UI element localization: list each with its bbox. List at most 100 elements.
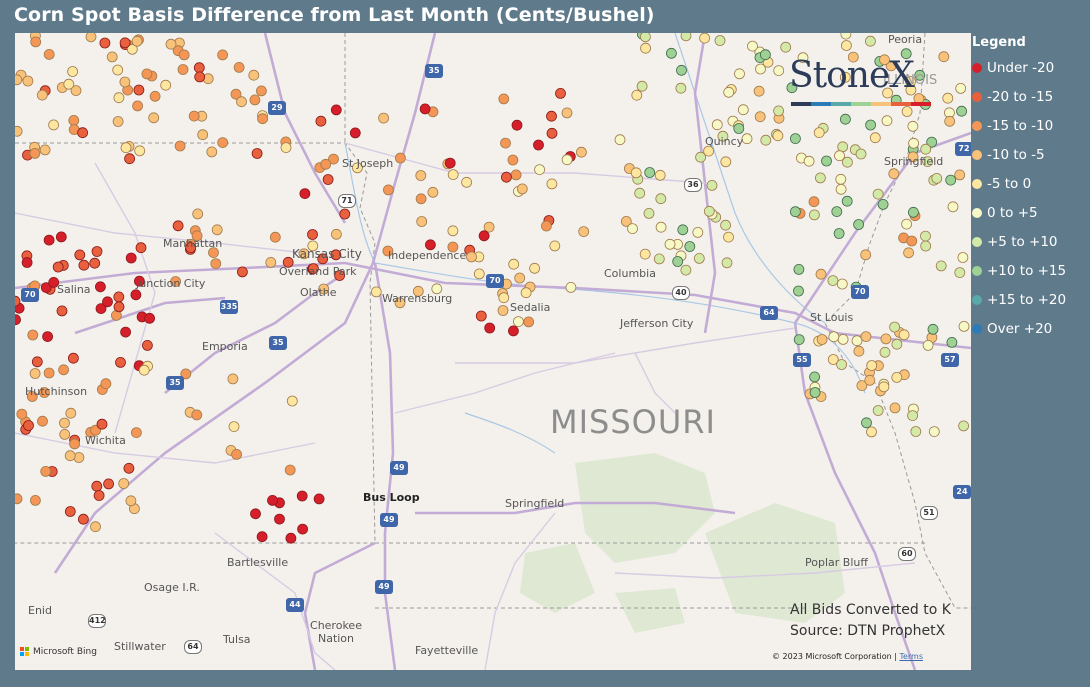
basis-point[interactable] [228, 421, 240, 433]
basis-point[interactable] [520, 287, 532, 299]
basis-point[interactable] [639, 248, 651, 260]
basis-point[interactable] [523, 316, 535, 328]
basis-point[interactable] [833, 228, 845, 239]
basis-point[interactable] [197, 129, 209, 141]
basis-point[interactable] [842, 156, 853, 168]
basis-point[interactable] [63, 78, 75, 90]
basis-point[interactable] [444, 157, 456, 169]
basis-point[interactable] [29, 368, 41, 379]
basis-point[interactable] [803, 155, 815, 167]
basis-point[interactable] [944, 115, 956, 127]
basis-point[interactable] [251, 148, 263, 159]
basis-point[interactable] [853, 219, 864, 230]
basis-point[interactable] [99, 37, 111, 49]
basis-point[interactable] [148, 112, 160, 124]
basis-point[interactable] [693, 252, 705, 264]
basis-point[interactable] [473, 268, 485, 280]
basis-point[interactable] [29, 148, 41, 159]
basis-point[interactable] [236, 96, 247, 108]
basis-point[interactable] [59, 417, 70, 429]
basis-point[interactable] [103, 478, 114, 490]
basis-point[interactable] [630, 167, 642, 179]
basis-point[interactable] [565, 281, 577, 293]
basis-point[interactable] [194, 71, 206, 83]
basis-point[interactable] [138, 364, 150, 376]
basis-point[interactable] [956, 105, 967, 117]
basis-point[interactable] [866, 426, 877, 438]
basis-point[interactable] [772, 130, 784, 142]
basis-point[interactable] [512, 316, 524, 328]
basis-point[interactable] [881, 115, 893, 127]
basis-point[interactable] [760, 49, 771, 61]
basis-point[interactable] [889, 321, 900, 333]
basis-point[interactable] [415, 193, 427, 205]
basis-point[interactable] [853, 345, 865, 357]
basis-point[interactable] [315, 115, 327, 127]
basis-point[interactable] [643, 207, 655, 219]
basis-point[interactable] [210, 258, 222, 270]
basis-point[interactable] [903, 247, 914, 259]
basis-point[interactable] [510, 169, 522, 181]
basis-point[interactable] [286, 395, 298, 407]
basis-point[interactable] [954, 267, 966, 279]
basis-point[interactable] [809, 387, 821, 398]
basis-point[interactable] [267, 494, 278, 506]
basis-point[interactable] [120, 142, 132, 154]
basis-point[interactable] [947, 201, 959, 213]
basis-point[interactable] [500, 171, 512, 183]
basis-point[interactable] [878, 381, 890, 393]
basis-point[interactable] [507, 154, 519, 166]
basis-point[interactable] [249, 94, 261, 106]
basis-point[interactable] [578, 226, 590, 238]
basis-point[interactable] [927, 323, 939, 335]
basis-point[interactable] [907, 120, 919, 132]
basis-point[interactable] [115, 356, 126, 368]
basis-point[interactable] [95, 281, 106, 293]
basis-point[interactable] [23, 420, 34, 431]
basis-point[interactable] [546, 110, 557, 122]
basis-point[interactable] [227, 373, 239, 385]
basis-point[interactable] [754, 111, 766, 123]
basis-point[interactable] [790, 206, 801, 218]
basis-point[interactable] [73, 452, 85, 463]
basis-point[interactable] [508, 258, 520, 270]
basis-point[interactable] [427, 186, 439, 198]
basis-point[interactable] [475, 310, 487, 322]
basis-point[interactable] [330, 228, 342, 240]
basis-point[interactable] [561, 154, 573, 166]
basis-point[interactable] [500, 137, 511, 149]
basis-point[interactable] [250, 508, 261, 520]
basis-point[interactable] [119, 37, 131, 49]
basis-point[interactable] [135, 242, 147, 254]
basis-point[interactable] [297, 523, 309, 535]
basis-point[interactable] [280, 142, 292, 153]
basis-point[interactable] [908, 137, 919, 149]
basis-point[interactable] [160, 79, 172, 91]
basis-point[interactable] [815, 268, 827, 280]
basis-point[interactable] [484, 322, 496, 334]
basis-point[interactable] [497, 305, 509, 316]
basis-point[interactable] [836, 359, 847, 370]
basis-point[interactable] [419, 103, 431, 115]
basis-point[interactable] [124, 153, 135, 165]
basis-point[interactable] [68, 115, 80, 126]
basis-point[interactable] [483, 221, 495, 233]
basis-point[interactable] [90, 521, 101, 533]
basis-point[interactable] [58, 364, 69, 376]
basis-point[interactable] [339, 208, 351, 220]
basis-point[interactable] [808, 196, 820, 208]
basis-point[interactable] [248, 69, 260, 81]
basis-point[interactable] [131, 35, 143, 47]
basis-point[interactable] [144, 312, 156, 324]
basis-point[interactable] [284, 464, 296, 476]
basis-point[interactable] [872, 405, 884, 416]
basis-point[interactable] [711, 119, 723, 131]
basis-point[interactable] [21, 257, 33, 268]
basis-point[interactable] [514, 272, 526, 284]
basis-point[interactable] [29, 494, 41, 506]
basis-point[interactable] [935, 260, 947, 272]
basis-point[interactable] [655, 221, 667, 233]
basis-point[interactable] [132, 100, 143, 112]
basis-point[interactable] [879, 346, 891, 358]
basis-point[interactable] [931, 172, 943, 184]
